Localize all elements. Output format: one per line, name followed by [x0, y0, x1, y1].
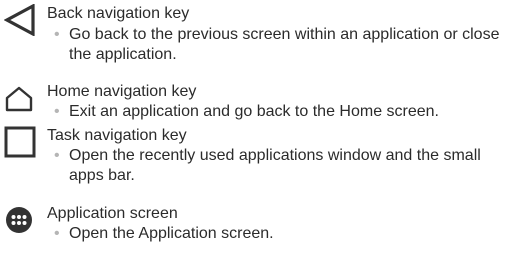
item-description: Exit an application and go back to the H… — [69, 103, 439, 120]
bullet: • — [54, 26, 60, 43]
item-title: Task navigation key — [47, 127, 187, 144]
bullet: • — [54, 225, 60, 242]
bullet: • — [54, 147, 60, 164]
list-item-home-key: Home navigation key • Exit an applicatio… — [0, 80, 511, 120]
home-icon — [5, 86, 33, 112]
item-description: Go back to the previous screen within an… — [69, 26, 500, 63]
task-square-icon — [4, 126, 36, 158]
back-triangle-icon — [4, 4, 35, 36]
list-item-back-key: Back navigation key • Go back to the pre… — [0, 0, 511, 72]
item-description: Open the recently used applications wind… — [69, 147, 481, 184]
bullet: • — [54, 103, 60, 120]
item-title: Home navigation key — [47, 83, 197, 100]
list-item-task-key: Task navigation key • Open the recently … — [0, 122, 511, 192]
item-title: Application screen — [47, 205, 178, 222]
item-description: Open the Application screen. — [69, 225, 274, 242]
item-title: Back navigation key — [47, 5, 190, 22]
app-grid-icon — [6, 207, 32, 233]
list-item-app-screen: Application screen • Open the Applicatio… — [0, 198, 511, 250]
